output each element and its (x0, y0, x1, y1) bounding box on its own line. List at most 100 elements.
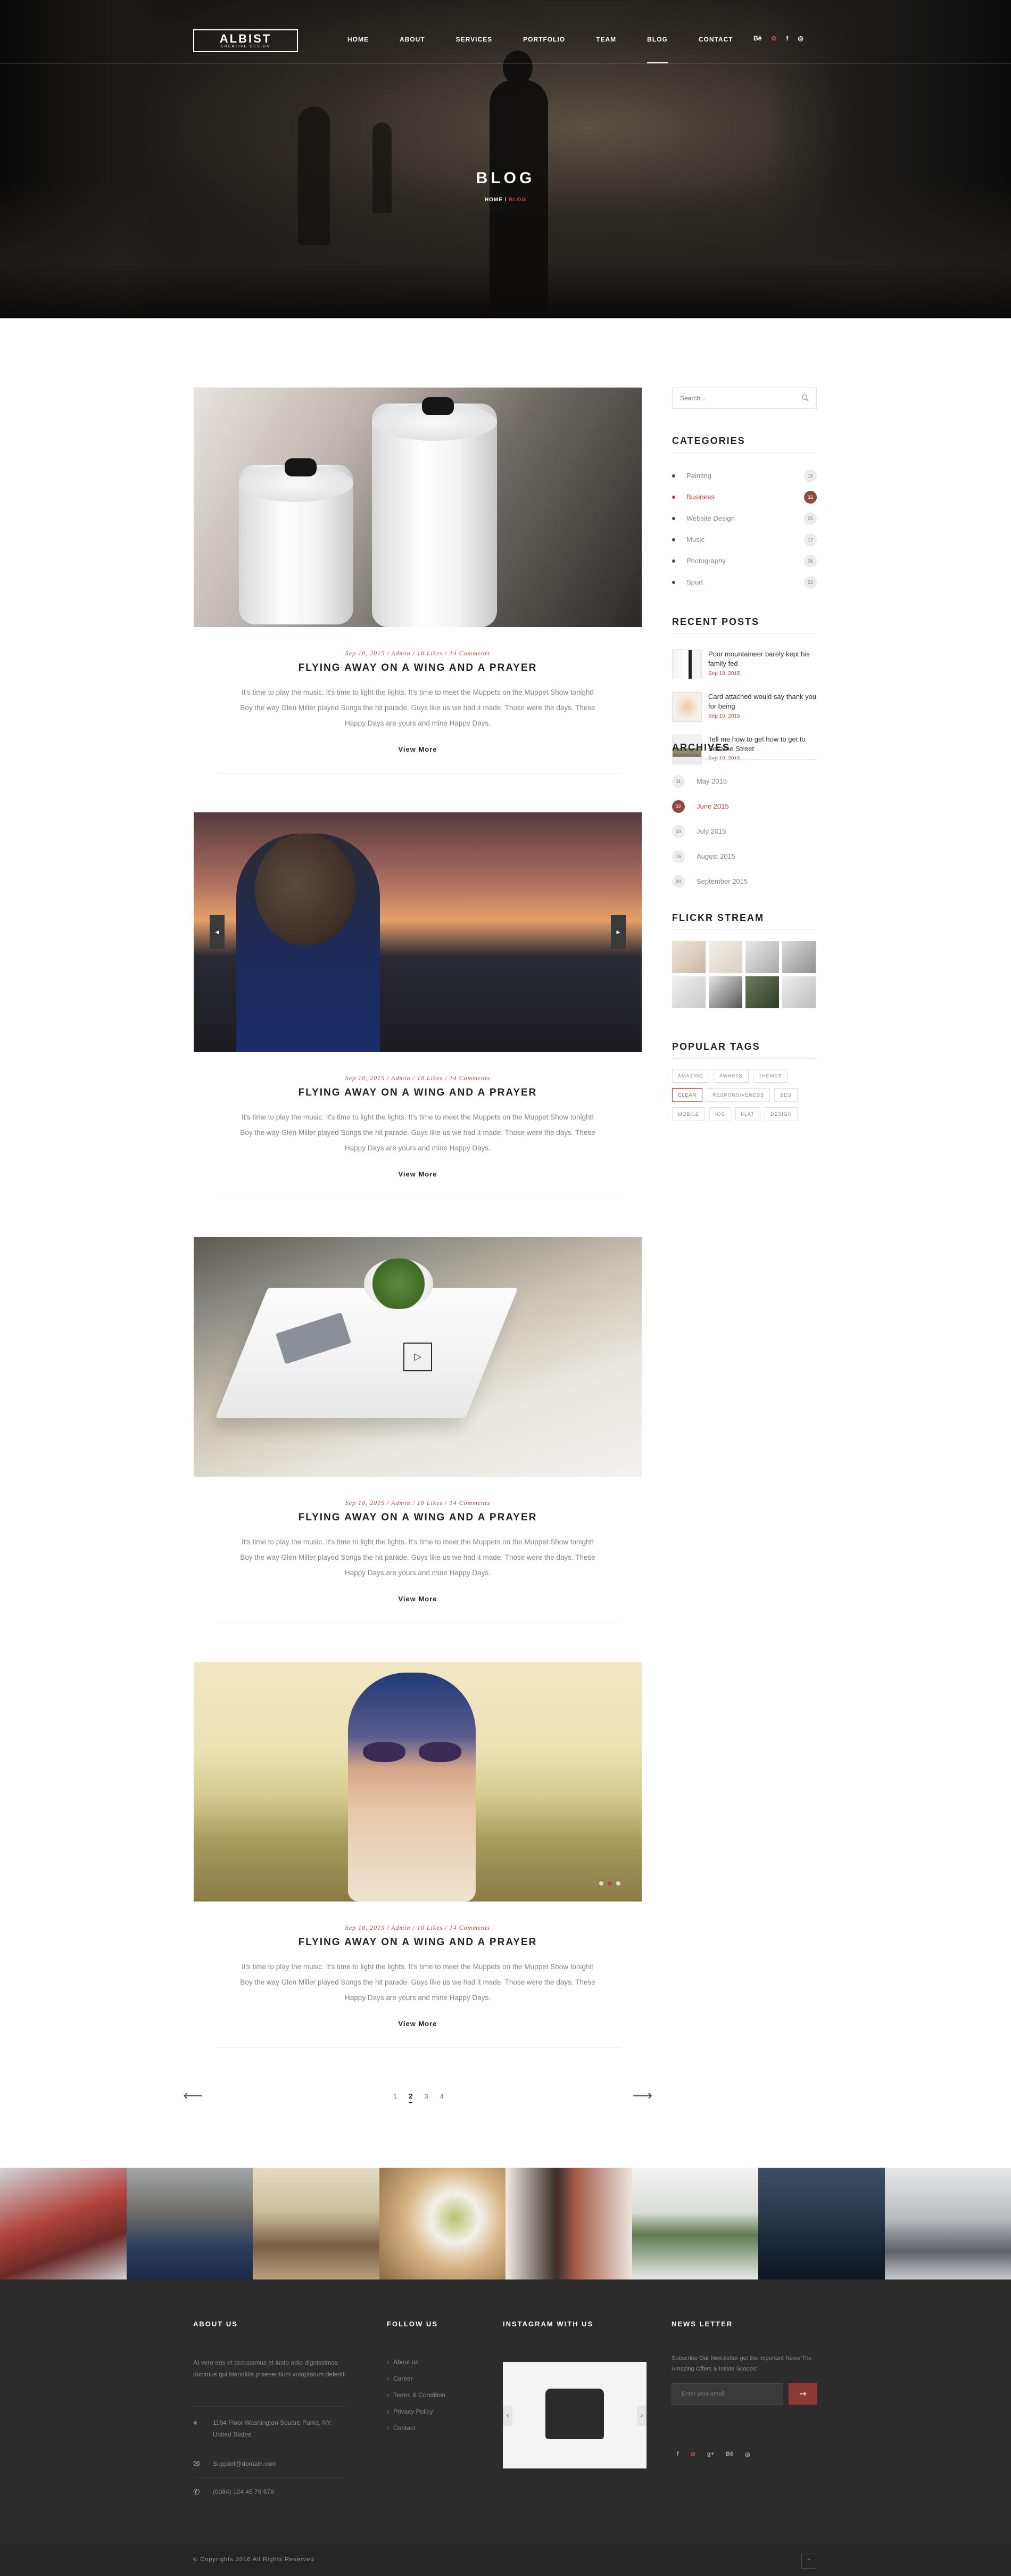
archive-item[interactable]: 11 May 2015 (672, 775, 817, 788)
footer-link[interactable]: Contact (387, 2424, 445, 2432)
post-comments[interactable]: 14 Comments (450, 1924, 491, 1931)
google-plus-icon[interactable]: g+ (707, 2451, 714, 2458)
newsletter-submit-button[interactable]: → (789, 2383, 817, 2405)
post-author[interactable]: Admin (391, 649, 410, 657)
footer-link[interactable]: Terms & Condition (387, 2391, 445, 2399)
archive-item[interactable]: 15 August 2015 (672, 850, 817, 863)
search-icon[interactable] (801, 394, 809, 401)
view-more-link[interactable]: View More (194, 1170, 642, 1178)
view-more-link[interactable]: View More (194, 2020, 642, 2028)
gallery-photo[interactable] (884, 2168, 1011, 2279)
tag[interactable]: SEO (774, 1088, 798, 1102)
post-author[interactable]: Admin (391, 1924, 410, 1931)
post-date[interactable]: Sep 10, 2015 (345, 649, 385, 657)
tag-active[interactable]: CLEAN (672, 1088, 703, 1102)
nav-portfolio[interactable]: PORTFOLIO (523, 36, 565, 63)
footer-email[interactable]: Support@domain.com (213, 2458, 277, 2470)
post-likes[interactable]: 10 Likes (417, 1499, 443, 1507)
category-item[interactable]: Painting 15 (672, 470, 817, 482)
slider-prev-arrow-icon[interactable]: ◂ (210, 915, 225, 949)
gallery-photo[interactable] (0, 2168, 127, 2279)
gallery-dot[interactable] (616, 1881, 620, 1886)
category-item[interactable]: Sport 22 (672, 576, 817, 589)
post-title[interactable]: FLYING AWAY ON A WING AND A PRAYER (194, 1087, 642, 1099)
category-item[interactable]: Music 12 (672, 533, 817, 546)
gallery-dot[interactable] (599, 1881, 603, 1886)
gallery-photo[interactable] (379, 2168, 506, 2279)
gallery-photo[interactable] (758, 2168, 885, 2279)
post-author[interactable]: Admin (391, 1499, 410, 1507)
tag[interactable]: AMAZING (672, 1069, 710, 1083)
post-date[interactable]: Sep 10, 2015 (345, 1499, 385, 1507)
flickr-photo[interactable] (782, 941, 816, 973)
nav-team[interactable]: TEAM (596, 36, 616, 63)
slider-next-arrow-icon[interactable]: › (637, 2406, 647, 2426)
nav-blog[interactable]: BLOG (647, 36, 668, 63)
newsletter-email-input[interactable] (672, 2384, 778, 2404)
recent-post-item[interactable]: Card attached would say thank you for be… (672, 692, 817, 727)
gallery-photo[interactable] (506, 2168, 632, 2279)
page-number[interactable]: 1 (393, 2092, 397, 2103)
nav-contact[interactable]: CONTACT (699, 36, 733, 63)
tag[interactable]: THEMES (752, 1069, 788, 1083)
dribbble-icon[interactable]: ✿ (771, 35, 776, 42)
next-page-arrow-icon[interactable]: ⟶ (633, 2088, 652, 2104)
instagram-slider[interactable]: ‹ › (503, 2362, 647, 2468)
footer-link[interactable]: Privacy Policy (387, 2408, 445, 2415)
gallery-photo[interactable] (632, 2168, 758, 2279)
view-more-link[interactable]: View More (194, 745, 642, 753)
gallery-dot-active[interactable] (608, 1881, 612, 1886)
tag[interactable]: AWARTS (714, 1069, 749, 1083)
tag[interactable]: DESIGN (764, 1107, 798, 1121)
footer-link[interactable]: Career (387, 2375, 445, 2382)
flickr-photo[interactable] (709, 941, 742, 973)
slider-prev-arrow-icon[interactable]: ‹ (503, 2406, 512, 2426)
post-title[interactable]: FLYING AWAY ON A WING AND A PRAYER (194, 662, 642, 674)
recent-post-item[interactable]: Poor mountaineer barely kept his family … (672, 649, 817, 685)
dribbble-icon[interactable]: ✿ (691, 2451, 695, 2458)
post-author[interactable]: Admin (391, 1074, 410, 1082)
archive-item[interactable]: 20 September 2015 (672, 875, 817, 888)
breadcrumb-home[interactable]: HOME (485, 197, 503, 203)
nav-home[interactable]: HOME (347, 36, 369, 63)
tag[interactable]: IOS (709, 1107, 731, 1121)
facebook-icon[interactable]: f (677, 2451, 679, 2458)
instagram-icon[interactable]: ◎ (745, 2451, 750, 2458)
post-date[interactable]: Sep 10, 2015 (345, 1924, 385, 1931)
flickr-photo[interactable] (672, 976, 706, 1008)
tag[interactable]: MOBILE (672, 1107, 706, 1121)
post-comments[interactable]: 14 Comments (450, 649, 491, 657)
back-to-top-icon[interactable]: ⌃ (801, 2554, 816, 2569)
tag[interactable]: FLAT (735, 1107, 760, 1121)
site-logo[interactable]: ALBIST CREATIVE DESIGN (193, 29, 298, 52)
flickr-photo[interactable] (672, 941, 706, 973)
page-number-current[interactable]: 2 (409, 2092, 413, 2103)
post-title[interactable]: FLYING AWAY ON A WING AND A PRAYER (194, 1937, 642, 1948)
post-image[interactable] (194, 388, 642, 627)
post-title[interactable]: FLYING AWAY ON A WING AND A PRAYER (194, 1512, 642, 1524)
post-image-gallery[interactable] (194, 1662, 642, 1902)
post-comments[interactable]: 14 Comments (450, 1499, 491, 1507)
post-video[interactable]: ▷ (194, 1237, 642, 1477)
post-likes[interactable]: 10 Likes (417, 1924, 443, 1931)
facebook-icon[interactable]: f (786, 35, 788, 42)
page-number[interactable]: 3 (424, 2092, 428, 2103)
post-likes[interactable]: 10 Likes (417, 1074, 443, 1082)
post-image-slider[interactable]: ◂ ▸ (194, 812, 642, 1052)
post-date[interactable]: Sep 10, 2015 (345, 1074, 385, 1082)
nav-services[interactable]: SERVICES (456, 36, 492, 63)
flickr-photo[interactable] (709, 976, 742, 1008)
category-item-active[interactable]: Business 32 (672, 491, 817, 504)
tag[interactable]: RESPONSIVENESS (707, 1088, 770, 1102)
instagram-icon[interactable]: ◎ (798, 35, 803, 42)
slider-next-arrow-icon[interactable]: ▸ (611, 915, 626, 949)
post-likes[interactable]: 10 Likes (417, 649, 443, 657)
behance-icon[interactable]: Bē (726, 2451, 733, 2458)
behance-icon[interactable]: Bē (753, 35, 761, 42)
gallery-photo[interactable] (253, 2168, 379, 2279)
archive-item[interactable]: 03 July 2015 (672, 825, 817, 838)
category-item[interactable]: Website Design 25 (672, 512, 817, 525)
view-more-link[interactable]: View More (194, 1595, 642, 1603)
gallery-photo[interactable] (126, 2168, 253, 2279)
play-icon[interactable]: ▷ (403, 1343, 432, 1371)
